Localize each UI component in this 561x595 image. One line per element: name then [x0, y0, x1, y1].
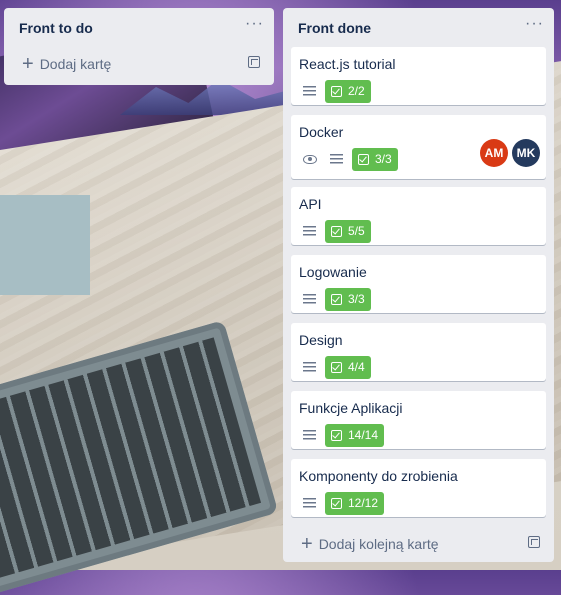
list-front-done[interactable]: Front done ··· React.js tutorial 2/2 Doc…	[283, 8, 554, 562]
checklist-count: 3/3	[348, 292, 365, 306]
card-design[interactable]: Design 4/4	[291, 323, 546, 381]
checklist-icon	[358, 153, 369, 165]
description-icon	[303, 362, 316, 372]
card-badges: 2/2	[299, 79, 538, 103]
list-header[interactable]: Front done ···	[283, 8, 554, 48]
checklist-count: 2/2	[348, 84, 365, 98]
card-badges: 12/12	[299, 491, 538, 515]
add-card-label: Dodaj kolejną kartę	[318, 536, 439, 552]
checklist-count: 12/12	[348, 496, 379, 510]
card-template-icon[interactable]	[248, 56, 260, 68]
card-api[interactable]: API 5/5	[291, 187, 546, 245]
description-icon	[303, 430, 316, 440]
card-docker[interactable]: Docker 3/3 AM MK	[291, 115, 546, 179]
card-template-icon[interactable]	[528, 536, 540, 548]
checklist-badge: 5/5	[325, 219, 371, 243]
list-title[interactable]: Front done	[298, 20, 371, 36]
checklist-badge: 2/2	[325, 79, 371, 103]
add-card-button[interactable]: + Dodaj kartę	[12, 50, 266, 78]
ellipsis-icon[interactable]: ···	[525, 16, 544, 32]
description-icon	[303, 86, 316, 96]
add-another-card-button[interactable]: + Dodaj kolejną kartę	[291, 530, 546, 558]
card-badges: 3/3	[299, 287, 538, 311]
list-title[interactable]: Front to do	[19, 20, 93, 36]
card-badges: 4/4	[299, 355, 538, 379]
card-badges: 5/5	[299, 219, 538, 243]
plus-icon: +	[301, 533, 313, 555]
card-logowanie[interactable]: Logowanie 3/3	[291, 255, 546, 313]
checklist-badge: 4/4	[325, 355, 371, 379]
checklist-count: 14/14	[348, 428, 379, 442]
description-icon	[303, 294, 316, 304]
checklist-icon	[331, 225, 342, 237]
avatar[interactable]: MK	[512, 139, 540, 167]
description-icon	[330, 154, 343, 164]
checklist-count: 5/5	[348, 224, 365, 238]
checklist-count: 3/3	[375, 152, 392, 166]
card-komponenty[interactable]: Komponenty do zrobienia 12/12	[291, 459, 546, 517]
avatar[interactable]: AM	[480, 139, 508, 167]
card-react-tutorial[interactable]: React.js tutorial 2/2	[291, 47, 546, 105]
card-title: Logowanie	[299, 264, 367, 280]
ellipsis-icon[interactable]: ···	[245, 16, 264, 32]
checklist-badge: 3/3	[325, 287, 371, 311]
eye-icon	[303, 154, 317, 164]
checklist-icon	[331, 497, 342, 509]
card-title: Design	[299, 332, 343, 348]
card-title: Komponenty do zrobienia	[299, 468, 458, 484]
checklist-badge: 3/3	[352, 147, 398, 171]
checklist-icon	[331, 429, 342, 441]
checklist-icon	[331, 85, 342, 97]
list-header[interactable]: Front to do ···	[4, 8, 274, 48]
description-icon	[303, 226, 316, 236]
card-title: Funkcje Aplikacji	[299, 400, 403, 416]
checklist-icon	[331, 293, 342, 305]
card-members: AM MK	[480, 139, 540, 167]
description-icon	[303, 498, 316, 508]
list-front-to-do[interactable]: Front to do ··· + Dodaj kartę	[4, 8, 274, 85]
plus-icon: +	[22, 53, 34, 75]
checklist-badge: 14/14	[325, 423, 385, 447]
card-title: API	[299, 196, 322, 212]
checklist-icon	[331, 361, 342, 373]
card-title: React.js tutorial	[299, 56, 396, 72]
card-funkcje-aplikacji[interactable]: Funkcje Aplikacji 14/14	[291, 391, 546, 449]
checklist-count: 4/4	[348, 360, 365, 374]
background-sticky-note	[0, 195, 90, 295]
checklist-badge: 12/12	[325, 491, 385, 515]
card-badges: 14/14	[299, 423, 538, 447]
add-card-label: Dodaj kartę	[39, 56, 112, 72]
